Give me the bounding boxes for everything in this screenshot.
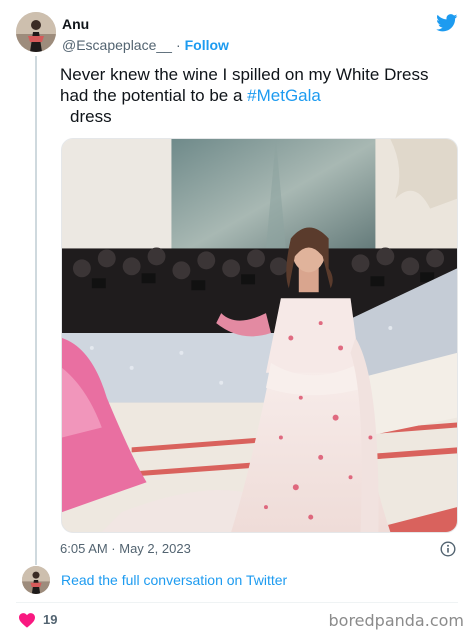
author-avatar-small[interactable] [22, 566, 50, 594]
tweet-text: Never knew the wine I spilled on my Whit… [60, 64, 460, 127]
user-avatar-icon [16, 12, 56, 52]
thread-line [35, 56, 37, 565]
separator-dot: · [175, 37, 181, 53]
photo-woman-in-white-dress-icon [62, 139, 457, 532]
footer-divider [16, 602, 458, 603]
boredpanda-watermark: boredpanda.com [328, 611, 465, 630]
read-conversation-link[interactable]: Read the full conversation on Twitter [61, 572, 287, 588]
tweet-photo[interactable] [61, 138, 458, 533]
heart-icon[interactable] [18, 612, 36, 628]
author-name[interactable]: Anu [62, 16, 229, 33]
like-count: 19 [43, 612, 58, 627]
twitter-bird-icon[interactable] [436, 14, 458, 32]
info-icon[interactable] [440, 541, 456, 557]
user-avatar-icon [22, 566, 50, 594]
author-block: Anu @Escapeplace__ · Follow [62, 16, 229, 54]
author-handle-line: @Escapeplace__ · Follow [62, 36, 229, 54]
tweet-text-tail: dress [70, 107, 112, 126]
hashtag-link[interactable]: #MetGala [247, 86, 321, 105]
tweet-text-body: Never knew the wine I spilled on my Whit… [60, 65, 429, 105]
author-handle[interactable]: @Escapeplace__ [62, 37, 172, 53]
follow-button[interactable]: Follow [185, 37, 229, 53]
author-avatar[interactable] [16, 12, 56, 52]
tweet-timestamp[interactable]: 6:05 AM · May 2, 2023 [60, 541, 191, 556]
